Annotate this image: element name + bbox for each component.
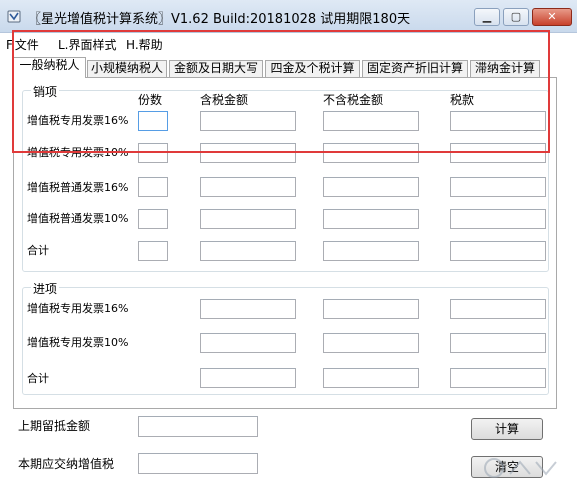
tab-depreciation[interactable]: 固定资产折旧计算: [362, 60, 468, 77]
col-amount-incl-tax: 含税金额: [200, 93, 249, 107]
menu-style[interactable]: L.界面样式: [58, 36, 117, 53]
menu-help[interactable]: H.帮助: [126, 36, 163, 53]
sales-normal16-amount-input[interactable]: [200, 177, 296, 197]
sales-total-net-input[interactable]: [323, 241, 419, 261]
purchase-group-label: 进项: [31, 280, 60, 297]
purchase-row-label: 增值税专用发票10%: [27, 336, 129, 349]
purchase-row-label: 增值税专用发票16%: [27, 302, 129, 315]
menu-file[interactable]: F.文件: [6, 36, 39, 53]
sales-special16-net-input[interactable]: [323, 111, 419, 131]
sales-special16-count-input[interactable]: [138, 111, 168, 131]
tab-late-fee[interactable]: 滞纳金计算: [470, 60, 540, 77]
menu-bar: F.文件 L.界面样式 H.帮助: [0, 34, 577, 52]
purchase-total-label: 合计: [27, 372, 49, 385]
sales-special16-tax-input[interactable]: [450, 111, 546, 131]
purchase-total-net-input[interactable]: [323, 368, 419, 388]
calculate-button[interactable]: 计算: [471, 418, 543, 440]
sales-total-label: 合计: [27, 244, 49, 257]
sales-normal10-count-input[interactable]: [138, 209, 168, 229]
title-bar[interactable]: 〖星光增值税计算系统〗V1.62 Build:20181028 试用期限180天…: [0, 0, 577, 33]
sales-normal10-tax-input[interactable]: [450, 209, 546, 229]
tab-panel-general: 销项 份数 含税金额 不含税金额 税款 增值税专用发票16% 增值税专用发票10…: [13, 77, 557, 409]
sales-special10-count-input[interactable]: [138, 143, 168, 163]
sales-special10-amount-input[interactable]: [200, 143, 296, 163]
sales-row-label: 增值税普通发票10%: [27, 212, 129, 225]
purchase-special10-amount-input[interactable]: [200, 333, 296, 353]
col-tax: 税款: [450, 93, 475, 107]
window-title: 〖星光增值税计算系统〗V1.62 Build:20181028 试用期限180天: [28, 12, 411, 27]
payable-output[interactable]: [138, 453, 258, 474]
sales-row-label: 增值税普通发票16%: [27, 181, 129, 194]
sales-total-amount-input[interactable]: [200, 241, 296, 261]
sales-total-tax-input[interactable]: [450, 241, 546, 261]
carryover-label: 上期留抵金额: [18, 419, 91, 433]
tab-small-taxpayer[interactable]: 小规模纳税人: [87, 60, 167, 77]
carryover-input[interactable]: [138, 416, 258, 437]
sales-special10-net-input[interactable]: [323, 143, 419, 163]
close-button[interactable]: ✕: [532, 8, 572, 26]
minimize-button[interactable]: ▁: [474, 8, 500, 26]
payable-label: 本期应交纳增值税: [18, 457, 115, 471]
tab-amount-capitalization[interactable]: 金额及日期大写: [169, 60, 263, 77]
sales-row-label: 增值税专用发票10%: [27, 146, 129, 159]
purchase-special16-amount-input[interactable]: [200, 299, 296, 319]
sales-special10-tax-input[interactable]: [450, 143, 546, 163]
sales-special16-amount-input[interactable]: [200, 111, 296, 131]
col-amount-excl-tax: 不含税金额: [323, 93, 384, 107]
purchase-special16-net-input[interactable]: [323, 299, 419, 319]
sales-normal16-net-input[interactable]: [323, 177, 419, 197]
sales-normal10-amount-input[interactable]: [200, 209, 296, 229]
sales-group-label: 销项: [31, 83, 60, 100]
sales-normal16-tax-input[interactable]: [450, 177, 546, 197]
maximize-button[interactable]: ▢: [503, 8, 529, 26]
app-icon: [7, 10, 21, 23]
col-count: 份数: [138, 93, 163, 107]
clear-button[interactable]: 清空: [471, 456, 543, 478]
tab-general-taxpayer[interactable]: 一般纳税人: [13, 57, 86, 78]
purchase-total-amount-input[interactable]: [200, 368, 296, 388]
sales-normal10-net-input[interactable]: [323, 209, 419, 229]
tab-insurance-tax[interactable]: 四金及个税计算: [265, 60, 360, 77]
sales-total-count-input[interactable]: [138, 241, 168, 261]
purchase-special16-tax-input[interactable]: [450, 299, 546, 319]
sales-row-label: 增值税专用发票16%: [27, 114, 129, 127]
sales-normal16-count-input[interactable]: [138, 177, 168, 197]
purchase-total-tax-input[interactable]: [450, 368, 546, 388]
purchase-special10-net-input[interactable]: [323, 333, 419, 353]
purchase-special10-tax-input[interactable]: [450, 333, 546, 353]
